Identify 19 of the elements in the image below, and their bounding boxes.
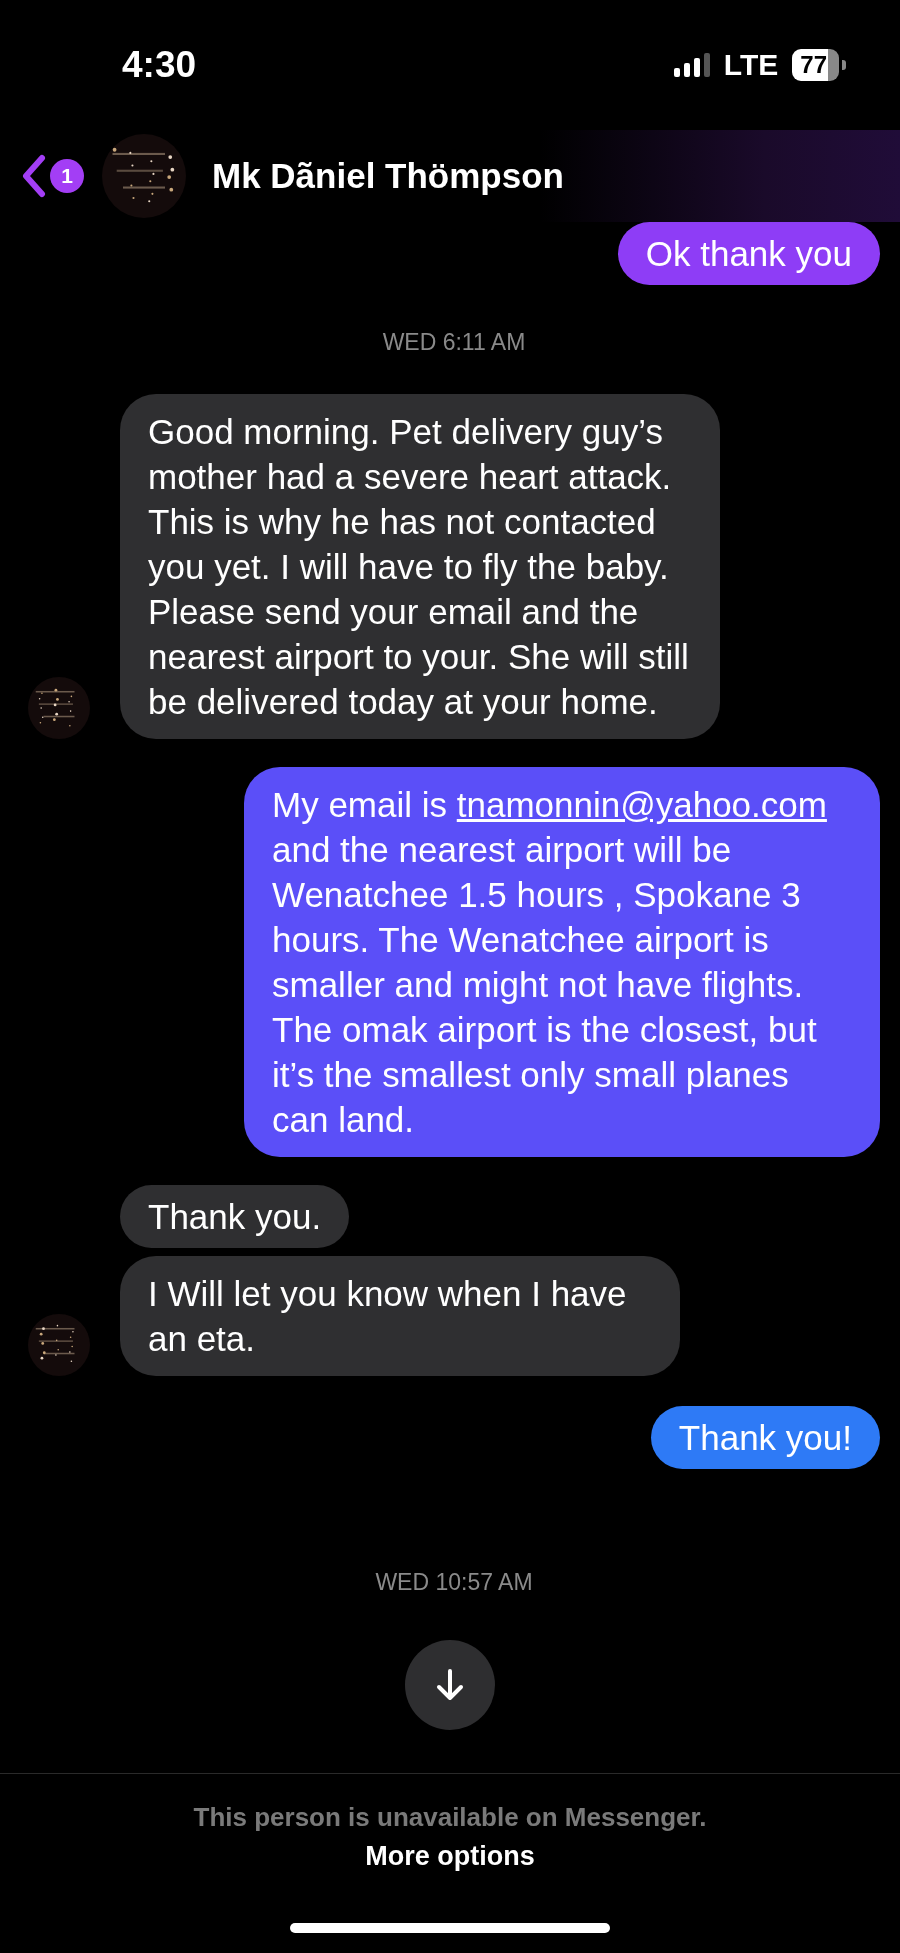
battery-level: 77: [792, 49, 839, 81]
message-text: Thank you!: [678, 1418, 852, 1457]
back-button[interactable]: 1: [20, 154, 84, 198]
contact-name[interactable]: Mk Dãniel Thömpson: [212, 156, 564, 196]
message-text: Thank you.: [148, 1197, 322, 1236]
network-label: LTE: [723, 48, 779, 82]
message-text: Good morning. Pet delivery guy’s mother had a severe heart attack. This is why he has not contacted you yet. I will have to fly the baby. Please send your email and the nearest airport to your. She will still be delivered today at your home.: [148, 412, 689, 721]
unavailable-notice: This person is unavailable on Messenger.: [193, 1802, 707, 1833]
timestamp: WED 6:11 AM: [381, 329, 527, 356]
status-time: 4:30: [122, 44, 197, 86]
message-text: Ok thank you: [645, 234, 852, 273]
arrow-down-icon: [435, 1668, 465, 1702]
message-text: My email is tnamonnin@yahoo.com and the nearest airport will be Wenatchee 1.5 hours , Spokane 3 hours. The Wenatchee airport is smaller and might not have flights. The omak airport is the closest, but it’s the smallest only small planes can land.: [272, 785, 827, 1139]
timestamp: WED 10:57 AM: [374, 1569, 534, 1596]
chevron-left-icon: [20, 154, 46, 198]
message-text: I Will let you know when I have an eta.: [148, 1274, 627, 1358]
signal-icon: [673, 53, 710, 77]
email-link[interactable]: tnamonnin@yahoo.com: [456, 785, 827, 824]
more-options-button[interactable]: More options: [365, 1841, 535, 1872]
